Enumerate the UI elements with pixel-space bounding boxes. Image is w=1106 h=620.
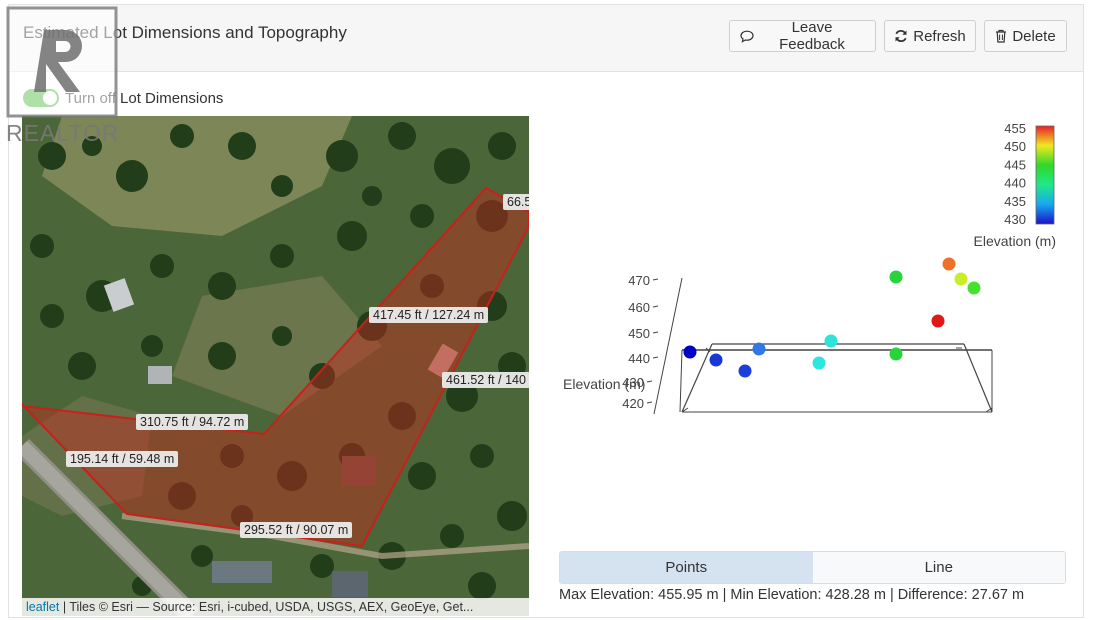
- colorbar-label: Elevation (m): [974, 233, 1056, 249]
- refresh-icon: [894, 29, 908, 43]
- colorbar-tick-label: 430: [1004, 212, 1026, 227]
- lot-dimension-label: 461.52 ft / 140: [442, 372, 529, 388]
- realtor-logo-text: REALTOR: [6, 120, 120, 146]
- refresh-button[interactable]: Refresh: [884, 20, 976, 52]
- z-tick-mark: [652, 356, 659, 359]
- colorbar-tick-label: 435: [1004, 194, 1026, 209]
- elevation-point[interactable]: [967, 281, 981, 295]
- plot-floor-box: [653, 277, 993, 415]
- colorbar: [1035, 125, 1055, 225]
- z-tick-label: 470: [628, 273, 650, 288]
- elevation-point[interactable]: [954, 272, 968, 286]
- elevation-point[interactable]: [931, 314, 945, 328]
- leave-feedback-label: Leave Feedback: [779, 19, 845, 53]
- z-axis-label: Elevation (m): [563, 376, 645, 392]
- lot-dimension-label: 195.14 ft / 59.48 m: [66, 451, 179, 467]
- elevation-point[interactable]: [683, 345, 697, 359]
- z-tick-mark: [652, 278, 659, 281]
- tab-points[interactable]: Points: [560, 552, 813, 583]
- elevation-point[interactable]: [738, 364, 752, 378]
- lot-dimension-label: 417.45 ft / 127.24 m: [369, 307, 489, 323]
- elevation-3d-scatter-chart[interactable]: 470 460 450 440 430 420 Elevation (m) 455 450 4…: [558, 112, 1068, 542]
- colorbar-tick-label: 440: [1004, 176, 1026, 191]
- lot-dimension-label: 310.75 ft / 94.72 m: [136, 414, 249, 430]
- leave-feedback-button[interactable]: Leave Feedback: [729, 19, 876, 53]
- satellite-map[interactable]: 66.5 417.45 ft / 127.24 m 461.52 ft / 14…: [22, 116, 529, 616]
- z-tick-label: 440: [628, 351, 650, 366]
- elevation-stats: Max Elevation: 455.95 m | Min Elevation:…: [559, 587, 1025, 603]
- colorbar-tick-label: 450: [1004, 139, 1026, 154]
- lot-dimension-label: 295.52 ft / 90.07 m: [240, 522, 353, 538]
- trash-icon: [995, 29, 1007, 43]
- z-tick-mark: [646, 380, 653, 383]
- panel-header: Estimated Lot Dimensions and Topography …: [9, 5, 1083, 72]
- refresh-label: Refresh: [913, 27, 966, 45]
- z-tick-label: 460: [628, 300, 650, 315]
- elevation-point[interactable]: [824, 334, 838, 348]
- delete-button[interactable]: Delete: [984, 20, 1067, 52]
- elevation-point[interactable]: [889, 270, 903, 284]
- chart-mode-tabs: Points Line: [559, 551, 1066, 584]
- elevation-point[interactable]: [942, 257, 956, 271]
- leaflet-link[interactable]: leaflet: [26, 600, 59, 614]
- comment-icon: [740, 30, 754, 43]
- tab-line[interactable]: Line: [812, 552, 1065, 583]
- z-tick-mark: [652, 305, 659, 308]
- colorbar-tick-label: 445: [1004, 157, 1026, 172]
- tiles-attribution: | Tiles © Esri — Source: Esri, i-cubed, …: [59, 600, 474, 614]
- lot-dimension-label: 66.5: [503, 194, 529, 210]
- realtor-logo: REALTOR: [6, 6, 120, 154]
- z-tick-label: 450: [628, 326, 650, 341]
- z-tick-mark: [646, 401, 653, 404]
- elevation-point[interactable]: [889, 347, 903, 361]
- map-attribution: leaflet | Tiles © Esri — Source: Esri, i…: [22, 598, 529, 616]
- satellite-imagery: [22, 116, 529, 616]
- elevation-point[interactable]: [812, 356, 826, 370]
- z-tick-mark: [652, 331, 659, 334]
- z-tick-label: 420: [622, 396, 644, 411]
- elevation-point[interactable]: [752, 342, 766, 356]
- colorbar-tick-label: 455: [1004, 121, 1026, 136]
- delete-label: Delete: [1012, 27, 1056, 45]
- elevation-point[interactable]: [709, 353, 723, 367]
